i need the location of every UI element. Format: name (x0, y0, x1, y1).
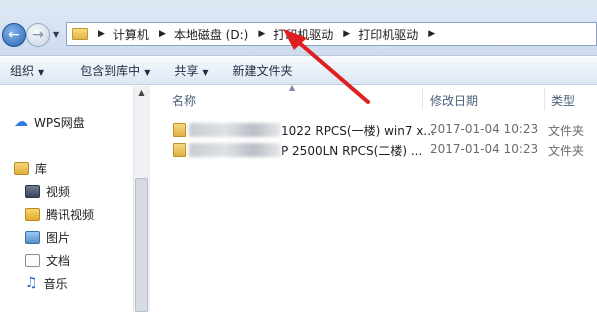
file-name: P 2500LN RPCS(二楼) ... (189, 142, 422, 159)
redacted-text (189, 143, 281, 157)
back-button[interactable]: ← (2, 23, 26, 47)
file-row[interactable]: P 2500LN RPCS(二楼) ... 2017-01-04 10:23 文… (151, 140, 597, 160)
nav-item-label: 音乐 (43, 277, 68, 291)
nav-item-tencent-video[interactable]: 腾讯视频 (25, 206, 94, 223)
organize-menu[interactable]: 组织 ▼ (0, 62, 54, 79)
nav-item-label: 文档 (46, 254, 71, 268)
chevron-down-icon: ▼ (38, 68, 45, 77)
sort-indicator-icon: ▲ (289, 83, 296, 92)
cloud-icon: ☁ (14, 114, 28, 130)
recent-pages-dropdown[interactable]: ▼ (53, 30, 59, 39)
column-divider[interactable] (422, 88, 423, 110)
picture-icon (25, 231, 40, 244)
video-icon (25, 185, 40, 198)
nav-item-label: WPS网盘 (34, 116, 85, 130)
nav-item-pictures[interactable]: 图片 (25, 229, 70, 246)
new-folder-button[interactable]: 新建文件夹 (223, 62, 303, 79)
chevron-right-icon[interactable]: ▶ (98, 29, 105, 39)
chevron-down-icon: ▼ (202, 68, 209, 77)
nav-item-documents[interactable]: 文档 (25, 252, 70, 269)
chevron-right-icon[interactable]: ▶ (343, 29, 350, 39)
nav-item-label: 图片 (46, 231, 71, 245)
nav-item-library[interactable]: 库 (14, 160, 47, 177)
forward-button[interactable]: → (26, 23, 50, 47)
file-name-visible: 1022 RPCS(一楼) win7 x... (281, 124, 435, 138)
nav-item-music[interactable]: ♫ 音乐 (25, 275, 68, 292)
nav-item-label: 视频 (46, 185, 71, 199)
breadcrumb-printer-drivers-sub[interactable]: 打印机驱动 (358, 26, 418, 43)
file-date: 2017-01-04 10:23 (430, 122, 539, 136)
chevron-right-icon[interactable]: ▶ (159, 29, 166, 39)
nav-item-label: 库 (35, 162, 48, 176)
include-in-library-menu[interactable]: 包含到库中 ▼ (70, 62, 160, 79)
share-menu[interactable]: 共享 ▼ (164, 62, 218, 79)
breadcrumb-drive-d[interactable]: 本地磁盘 (D:) (174, 26, 248, 43)
organize-label: 组织 (10, 64, 35, 78)
scrollbar-thumb[interactable] (135, 178, 148, 312)
nav-item-wps-cloud[interactable]: ☁ WPS网盘 (14, 114, 85, 131)
file-type: 文件夹 (548, 144, 585, 158)
column-divider[interactable] (544, 88, 545, 110)
file-row[interactable]: 1022 RPCS(一楼) win7 x... 2017-01-04 10:23… (151, 120, 597, 140)
nav-item-video[interactable]: 视频 (25, 183, 70, 200)
address-bar[interactable]: ▶ 计算机 ▶ 本地磁盘 (D:) ▶ 打印机驱动 ▶ 打印机驱动 ▶ (66, 22, 597, 46)
column-header-type[interactable]: 类型 (551, 92, 575, 109)
folder-icon (173, 143, 186, 157)
chevron-right-icon[interactable]: ▶ (258, 29, 265, 39)
document-icon (25, 254, 40, 267)
scroll-up-arrow-icon[interactable]: ▲ (133, 88, 150, 102)
library-icon (14, 162, 29, 175)
tencent-video-icon (25, 208, 40, 221)
folder-icon (72, 28, 88, 40)
column-header-name[interactable]: 名称 (172, 92, 196, 109)
redacted-text (189, 123, 281, 137)
file-name: 1022 RPCS(一楼) win7 x... (189, 122, 435, 139)
breadcrumb-printer-drivers[interactable]: 打印机驱动 (273, 26, 333, 43)
music-note-icon: ♫ (25, 275, 38, 291)
include-in-library-label: 包含到库中 (80, 64, 141, 78)
column-header-modified[interactable]: 修改日期 (430, 92, 478, 109)
chevron-right-icon[interactable]: ▶ (428, 29, 435, 39)
file-date: 2017-01-04 10:23 (430, 142, 539, 156)
folder-icon (173, 123, 186, 137)
share-label: 共享 (174, 64, 199, 78)
file-type: 文件夹 (548, 124, 585, 138)
breadcrumb-computer[interactable]: 计算机 (113, 26, 149, 43)
command-toolbar: 组织 ▼ 包含到库中 ▼ 共享 ▼ 新建文件夹 (0, 57, 597, 85)
chevron-down-icon: ▼ (144, 68, 151, 77)
file-name-visible: P 2500LN RPCS(二楼) ... (281, 144, 423, 158)
nav-item-label: 腾讯视频 (46, 208, 95, 222)
